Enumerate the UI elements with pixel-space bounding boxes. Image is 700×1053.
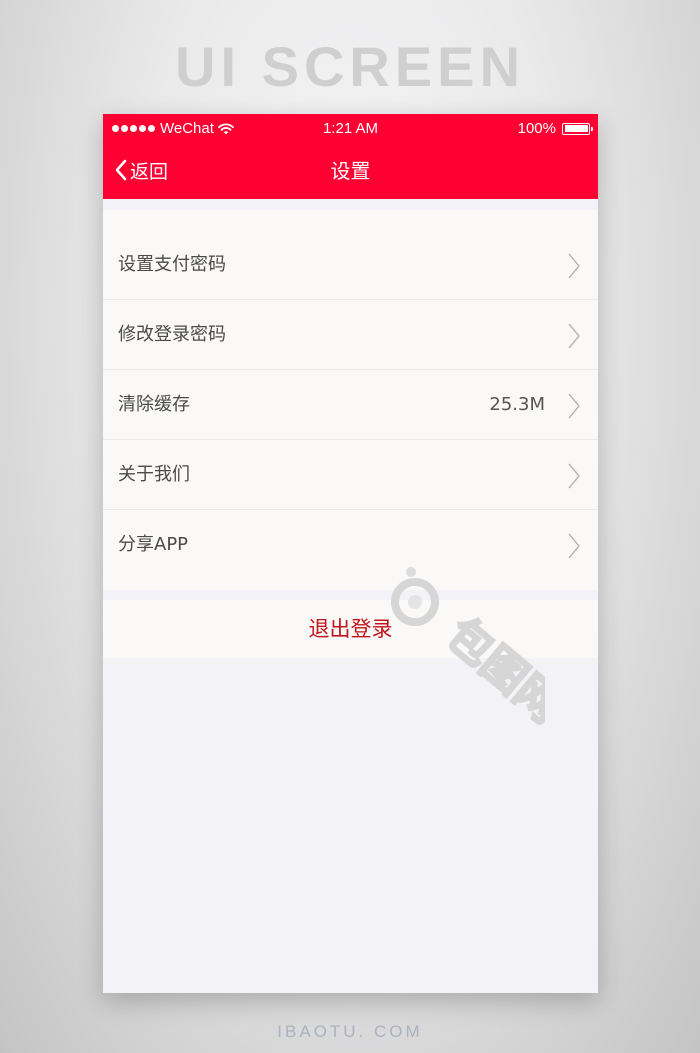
settings-list: 设置支付密码 修改登录密码 清除缓存 25.3M 关于我们 分享APP (103, 210, 598, 590)
menu-item-label: 分享APP (118, 534, 189, 555)
menu-item-share-app[interactable]: 分享APP (103, 510, 598, 580)
cache-size-value: 25.3M (489, 394, 545, 415)
menu-item-about-us[interactable]: 关于我们 (103, 440, 598, 510)
chevron-right-icon (568, 533, 580, 559)
menu-item-label: 修改登录密码 (118, 324, 226, 345)
status-bar: WeChat 1:21 AM 100% (103, 114, 598, 142)
chevron-right-icon (568, 323, 580, 349)
menu-item-label: 关于我们 (118, 464, 190, 485)
chevron-right-icon (568, 463, 580, 489)
status-right: 100% (517, 120, 593, 137)
phone-screen: WeChat 1:21 AM 100% 返回 设置 设置支付密码 修改登录密码 … (103, 114, 598, 993)
page-title: 设置 (330, 159, 371, 183)
menu-item-label: 清除缓存 (118, 394, 190, 415)
menu-item-set-payment-password[interactable]: 设置支付密码 (103, 230, 598, 300)
banner-title: UI SCREEN (175, 35, 525, 98)
nav-bar: 返回 设置 (103, 142, 598, 199)
chevron-right-icon (568, 393, 580, 419)
chevron-right-icon (568, 253, 580, 279)
menu-item-change-login-password[interactable]: 修改登录密码 (103, 300, 598, 370)
battery-percentage: 100% (517, 120, 556, 137)
footer-brand: IBAOTU. COM (277, 1022, 423, 1041)
battery-icon (562, 122, 593, 135)
app-header: WeChat 1:21 AM 100% 返回 设置 (103, 114, 598, 199)
menu-item-clear-cache[interactable]: 清除缓存 25.3M (103, 370, 598, 440)
menu-item-label: 设置支付密码 (118, 254, 226, 275)
logout-button[interactable]: 退出登录 (103, 600, 598, 658)
